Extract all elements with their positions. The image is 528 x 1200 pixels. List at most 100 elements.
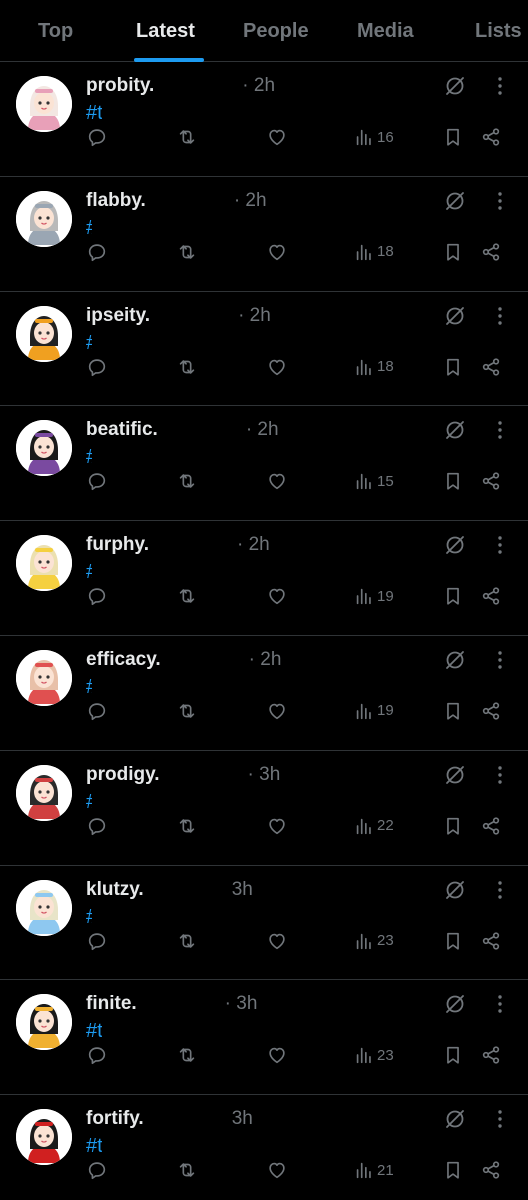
grok-icon[interactable] (443, 648, 467, 672)
grok-icon[interactable] (443, 1107, 467, 1131)
post-time[interactable]: · 3h (248, 764, 281, 786)
post-hashtag[interactable]: #tes (86, 1135, 162, 1158)
post[interactable]: flabby. · 2h #te 18 (0, 177, 528, 292)
views-button[interactable]: 21 (353, 1157, 394, 1183)
repost-icon[interactable] (176, 468, 198, 494)
heart-icon[interactable] (266, 124, 288, 150)
post-time[interactable]: · 2h (246, 419, 279, 441)
grok-icon[interactable] (443, 74, 467, 98)
more-icon[interactable] (488, 1107, 512, 1131)
post-hashtag[interactable]: #te (86, 791, 152, 814)
more-icon[interactable] (488, 418, 512, 442)
views-button[interactable]: 15 (353, 468, 394, 494)
reply-icon[interactable] (86, 1042, 108, 1068)
tab-top[interactable]: Top (38, 0, 73, 62)
repost-icon[interactable] (176, 124, 198, 150)
post-hashtag[interactable]: #te (86, 217, 152, 240)
more-icon[interactable] (488, 74, 512, 98)
share-icon[interactable] (480, 124, 502, 150)
heart-icon[interactable] (266, 354, 288, 380)
bookmark-icon[interactable] (442, 468, 464, 494)
heart-icon[interactable] (266, 468, 288, 494)
bookmark-icon[interactable] (442, 1157, 464, 1183)
post-time[interactable]: · 2h (238, 305, 271, 327)
more-icon[interactable] (488, 304, 512, 328)
reply-icon[interactable] (86, 928, 108, 954)
repost-icon[interactable] (176, 698, 198, 724)
post-hashtag[interactable]: #te (86, 332, 152, 355)
tab-people[interactable]: People (243, 0, 309, 62)
reply-icon[interactable] (86, 124, 108, 150)
post[interactable]: klutzy. 3h #te 23 (0, 866, 528, 981)
share-icon[interactable] (480, 239, 502, 265)
heart-icon[interactable] (266, 1157, 288, 1183)
share-icon[interactable] (480, 1157, 502, 1183)
more-icon[interactable] (488, 763, 512, 787)
author-name[interactable]: fortify. (86, 1108, 144, 1130)
views-button[interactable]: 23 (353, 1042, 394, 1068)
author-name[interactable]: ipseity. (86, 305, 150, 327)
heart-icon[interactable] (266, 1042, 288, 1068)
author-name[interactable]: klutzy. (86, 879, 144, 901)
reply-icon[interactable] (86, 698, 108, 724)
repost-icon[interactable] (176, 1157, 198, 1183)
bookmark-icon[interactable] (442, 813, 464, 839)
tab-media[interactable]: Media (357, 0, 414, 62)
views-button[interactable]: 19 (353, 698, 394, 724)
share-icon[interactable] (480, 468, 502, 494)
views-button[interactable]: 16 (353, 124, 394, 150)
repost-icon[interactable] (176, 354, 198, 380)
more-icon[interactable] (488, 878, 512, 902)
bookmark-icon[interactable] (442, 1042, 464, 1068)
views-button[interactable]: 22 (353, 813, 394, 839)
repost-icon[interactable] (176, 583, 198, 609)
bookmark-icon[interactable] (442, 239, 464, 265)
post-time[interactable]: 3h (232, 1108, 253, 1130)
views-button[interactable]: 19 (353, 583, 394, 609)
more-icon[interactable] (488, 992, 512, 1016)
repost-icon[interactable] (176, 813, 198, 839)
reply-icon[interactable] (86, 354, 108, 380)
post-hashtag[interactable]: #te (86, 561, 152, 584)
grok-icon[interactable] (443, 878, 467, 902)
post-time[interactable]: · 2h (237, 534, 270, 556)
repost-icon[interactable] (176, 928, 198, 954)
post-time[interactable]: · 3h (225, 993, 258, 1015)
post[interactable]: fortify. 3h #tes 21 (0, 1095, 528, 1200)
bookmark-icon[interactable] (442, 124, 464, 150)
author-name[interactable]: prodigy. (86, 764, 160, 786)
author-name[interactable]: beatific. (86, 419, 158, 441)
bookmark-icon[interactable] (442, 698, 464, 724)
tab-latest[interactable]: Latest (134, 0, 204, 62)
reply-icon[interactable] (86, 813, 108, 839)
share-icon[interactable] (480, 698, 502, 724)
post[interactable]: prodigy. · 3h #te 22 (0, 751, 528, 866)
share-icon[interactable] (480, 583, 502, 609)
post-time[interactable]: · 2h (234, 190, 267, 212)
heart-icon[interactable] (266, 698, 288, 724)
grok-icon[interactable] (443, 418, 467, 442)
heart-icon[interactable] (266, 239, 288, 265)
bookmark-icon[interactable] (442, 354, 464, 380)
reply-icon[interactable] (86, 468, 108, 494)
post-time[interactable]: · 2h (242, 75, 275, 97)
post[interactable]: ipseity. · 2h #te 18 (0, 292, 528, 407)
post-hashtag[interactable]: #te (86, 446, 152, 470)
author-name[interactable]: furphy. (86, 534, 149, 556)
author-name[interactable]: efficacy. (86, 649, 161, 671)
views-button[interactable]: 18 (353, 239, 394, 265)
views-button[interactable]: 18 (353, 354, 394, 380)
more-icon[interactable] (488, 533, 512, 557)
repost-icon[interactable] (176, 239, 198, 265)
share-icon[interactable] (480, 928, 502, 954)
post-time[interactable]: 3h (232, 879, 253, 901)
author-name[interactable]: finite. (86, 993, 137, 1015)
post-hashtag[interactable]: #te (86, 676, 152, 699)
reply-icon[interactable] (86, 583, 108, 609)
grok-icon[interactable] (443, 304, 467, 328)
post[interactable]: furphy. · 2h #te 19 (0, 521, 528, 636)
post-hashtag[interactable]: #te (86, 906, 152, 929)
author-name[interactable]: flabby. (86, 190, 146, 212)
grok-icon[interactable] (443, 189, 467, 213)
heart-icon[interactable] (266, 583, 288, 609)
